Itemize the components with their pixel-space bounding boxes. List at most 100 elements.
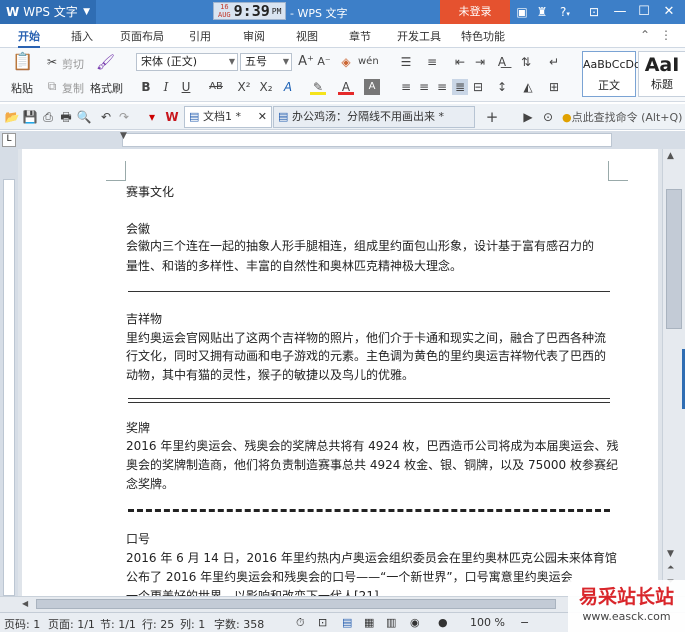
maximize-button[interactable]: ☐ <box>632 0 656 24</box>
scissors-icon[interactable]: ✂ <box>44 54 60 70</box>
hscroll-thumb[interactable] <box>36 599 556 609</box>
redo-icon[interactable]: ↷ <box>116 109 132 125</box>
numbering-icon[interactable]: ≡ <box>424 54 440 70</box>
italic-icon[interactable]: I <box>158 79 174 95</box>
tab-stop-icon[interactable]: L <box>2 133 16 147</box>
print-preview-icon[interactable]: ⎙ <box>40 109 56 125</box>
decrease-indent-icon[interactable]: ⇤ <box>452 54 468 70</box>
search-doc-icon[interactable]: ⊙ <box>540 109 556 125</box>
copy-icon[interactable]: ⧉ <box>44 78 60 94</box>
minimize-button[interactable]: — <box>608 0 632 24</box>
open-folder-icon[interactable]: 📂 <box>4 109 20 125</box>
tab-references[interactable]: 引用 <box>189 24 211 48</box>
style-normal[interactable]: AaBbCcDd 正文 <box>582 51 641 97</box>
phonetic-icon[interactable]: wén <box>358 54 379 70</box>
vertical-scrollbar[interactable]: ▲ ▼ ⏶ ⏷ <box>662 149 685 596</box>
scroll-up-icon[interactable]: ▲ <box>667 151 674 161</box>
bold-icon[interactable]: B <box>138 79 154 95</box>
increase-indent-icon[interactable]: ⇥ <box>472 54 488 70</box>
doc-tab-active[interactable]: 文档1 * ▤ ✕ <box>184 106 272 128</box>
zoom-level[interactable]: 100 % <box>470 616 505 629</box>
skin-icon[interactable]: ▣ <box>514 4 530 20</box>
tab-home[interactable]: 开始 <box>18 24 40 48</box>
highlight-icon[interactable]: ✎ <box>310 79 326 95</box>
borders-icon[interactable]: ⊞ <box>546 79 562 95</box>
indent-marker-icon[interactable]: ▼ <box>120 131 127 141</box>
reading-view-icon[interactable]: ▥ <box>386 616 396 629</box>
char-shading-icon[interactable]: A <box>364 79 380 95</box>
vertical-ruler-area[interactable] <box>3 179 15 596</box>
ribbon-more-icon[interactable]: ⋮ <box>660 28 672 42</box>
doc-heading: 赛事文化 <box>126 185 175 199</box>
tab-review[interactable]: 审阅 <box>243 24 265 48</box>
shading-icon[interactable]: ◭ <box>520 79 536 95</box>
grow-font-icon[interactable]: A⁺ <box>298 54 314 70</box>
login-button[interactable]: 未登录 <box>440 0 510 24</box>
prev-page-icon[interactable]: ⏶ <box>667 563 674 573</box>
scroll-left-icon[interactable]: ◀ <box>22 599 28 608</box>
sort-icon[interactable]: ⇅ <box>518 54 534 70</box>
distributed-icon[interactable]: ⊟ <box>470 79 486 95</box>
chinese-layout-icon[interactable]: A͟ <box>494 54 510 70</box>
close-icon[interactable]: ✕ <box>258 107 267 127</box>
cut-button[interactable]: 剪切 <box>62 56 84 72</box>
line-spacing-icon[interactable]: ↕ <box>494 79 510 95</box>
web-view-icon[interactable]: ◉ <box>410 616 420 629</box>
align-right-icon[interactable]: ≡ <box>434 79 450 95</box>
zoom-out-icon[interactable]: − <box>520 616 529 629</box>
wps-home-icon[interactable]: W <box>164 109 180 125</box>
bullets-icon[interactable]: ☰ <box>398 54 414 70</box>
restore-toolbar-icon[interactable]: ⊡ <box>586 4 602 20</box>
doc-tab-inactive[interactable]: 办公鸡汤：分隔线不用画出来 * ▤ <box>273 106 475 128</box>
document-page[interactable]: 赛事文化 会徽 会徽内三个连在一起的抽象人形手腿相连，组成里约面包山形象，设计基… <box>22 149 658 596</box>
print-icon[interactable]: 🖶 <box>58 109 74 125</box>
tab-page-layout[interactable]: 页面布局 <box>120 24 164 48</box>
subscript-icon[interactable]: X₂ <box>258 79 274 95</box>
copy-button[interactable]: 复制 <box>62 80 84 96</box>
undo-icon[interactable]: ↶ <box>98 109 114 125</box>
font-color-icon[interactable]: A <box>338 79 354 95</box>
collapse-ribbon-icon[interactable]: ⌃ <box>640 28 650 42</box>
font-size-select[interactable]: 五号 ▼ <box>240 53 292 71</box>
ruler-area[interactable] <box>122 133 612 147</box>
align-left-icon[interactable]: ≡ <box>398 79 414 95</box>
style-heading[interactable]: AaI 标题 <box>638 51 685 97</box>
shirt-icon[interactable]: ♜ <box>534 4 550 20</box>
superscript-icon[interactable]: X² <box>236 79 252 95</box>
wps-menu-button[interactable]: W WPS 文字 ▼ <box>0 0 96 24</box>
scroll-down-icon[interactable]: ▼ <box>667 549 674 559</box>
revision-icon[interactable]: ⏱ <box>296 616 305 630</box>
strikethrough-icon[interactable]: AB <box>208 79 224 95</box>
format-painter-button[interactable]: 格式刷 <box>90 80 123 96</box>
fullscreen-icon[interactable]: ⊡ <box>318 616 327 629</box>
paste-button[interactable]: 粘贴 <box>8 80 36 96</box>
text-effect-icon[interactable]: A <box>280 79 296 95</box>
underline-icon[interactable]: U <box>178 79 194 95</box>
new-tab-icon[interactable]: + <box>484 109 500 125</box>
help-icon[interactable]: ?▾ <box>555 4 575 20</box>
status-page-number: 页码: 1 <box>4 618 41 631</box>
help-search-input[interactable]: ●点此查找命令 (Alt+Q) <box>562 109 682 125</box>
save-icon[interactable]: 💾 <box>22 109 38 125</box>
tab-developer[interactable]: 开发工具 <box>397 24 441 48</box>
paste-icon[interactable]: 📋 <box>12 54 33 74</box>
preview-icon[interactable]: 🔍 <box>76 109 92 125</box>
outline-view-icon[interactable]: ▦ <box>364 616 374 629</box>
doc-roam-icon[interactable]: ▶ <box>520 109 536 125</box>
align-center-icon[interactable]: ≡ <box>416 79 432 95</box>
show-marks-icon[interactable]: ↵ <box>546 54 562 70</box>
tab-special[interactable]: 特色功能 <box>461 24 505 48</box>
clear-format-icon[interactable]: ◈ <box>338 54 354 70</box>
scroll-thumb[interactable] <box>666 189 682 329</box>
eye-protect-icon[interactable]: ● <box>438 616 448 629</box>
tab-view[interactable]: 视图 <box>296 24 318 48</box>
tab-chapter[interactable]: 章节 <box>349 24 371 48</box>
tab-insert[interactable]: 插入 <box>71 24 93 48</box>
close-button[interactable]: ✕ <box>657 0 681 24</box>
page-view-icon[interactable]: ▤ <box>342 616 352 629</box>
font-name-select[interactable]: 宋体 (正文) ▼ <box>136 53 238 71</box>
justify-icon[interactable]: ≣ <box>452 79 468 95</box>
format-painter-icon[interactable]: 🖌 <box>96 54 115 70</box>
customize-qa-icon[interactable]: ▾ <box>144 109 160 125</box>
shrink-font-icon[interactable]: A⁻ <box>316 54 332 70</box>
